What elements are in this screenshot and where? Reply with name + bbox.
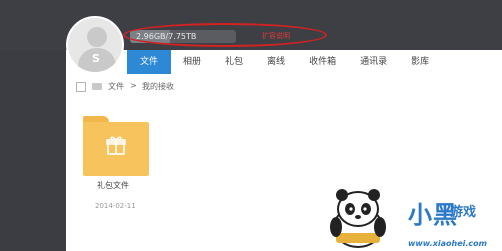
tab-gifts[interactable]: 礼包 xyxy=(213,50,255,74)
watermark-game: 游戏 xyxy=(450,205,477,220)
panda-mascot-icon xyxy=(330,189,386,248)
tab-bar: 文件 相册 礼包 离线 收件箱 通讯录 影库 xyxy=(127,50,441,74)
tab-photos[interactable]: 相册 xyxy=(171,50,213,74)
breadcrumb: 文件 > 我的接收 xyxy=(66,76,502,98)
capacity-bar: 2.96GB/7.75TB xyxy=(130,30,236,43)
avatar-head-shape xyxy=(87,27,107,47)
folder-item[interactable]: 礼包文件 2014-02-11 xyxy=(83,116,149,210)
upgrade-link[interactable]: 扩容说明 xyxy=(262,31,290,41)
tab-offline[interactable]: 离线 xyxy=(255,50,297,74)
breadcrumb-current: 我的接收 xyxy=(142,82,174,91)
folder-date: 2014-02-11 xyxy=(95,202,136,210)
breadcrumb-separator: > xyxy=(130,81,137,90)
tab-files[interactable]: 文件 xyxy=(127,50,172,74)
gift-folder-icon xyxy=(83,116,149,176)
folder-name: 礼包文件 xyxy=(97,181,129,190)
select-all-checkbox[interactable] xyxy=(76,82,86,92)
tab-video[interactable]: 影库 xyxy=(399,50,441,74)
capacity-text: 2.96GB/7.75TB xyxy=(136,32,197,41)
breadcrumb-root[interactable]: 文件 xyxy=(108,81,124,92)
watermark-url: www.xiaohei.com xyxy=(408,239,487,248)
tab-contacts[interactable]: 通讯录 xyxy=(348,50,399,74)
avatar-glyph: S xyxy=(92,52,100,65)
gift-icon xyxy=(106,136,126,155)
tab-inbox[interactable]: 收件箱 xyxy=(297,50,348,74)
folder-small-icon xyxy=(92,83,102,90)
watermark: 小黑 游戏 www.xiaohei.com xyxy=(318,185,502,251)
avatar[interactable]: S xyxy=(66,16,124,74)
